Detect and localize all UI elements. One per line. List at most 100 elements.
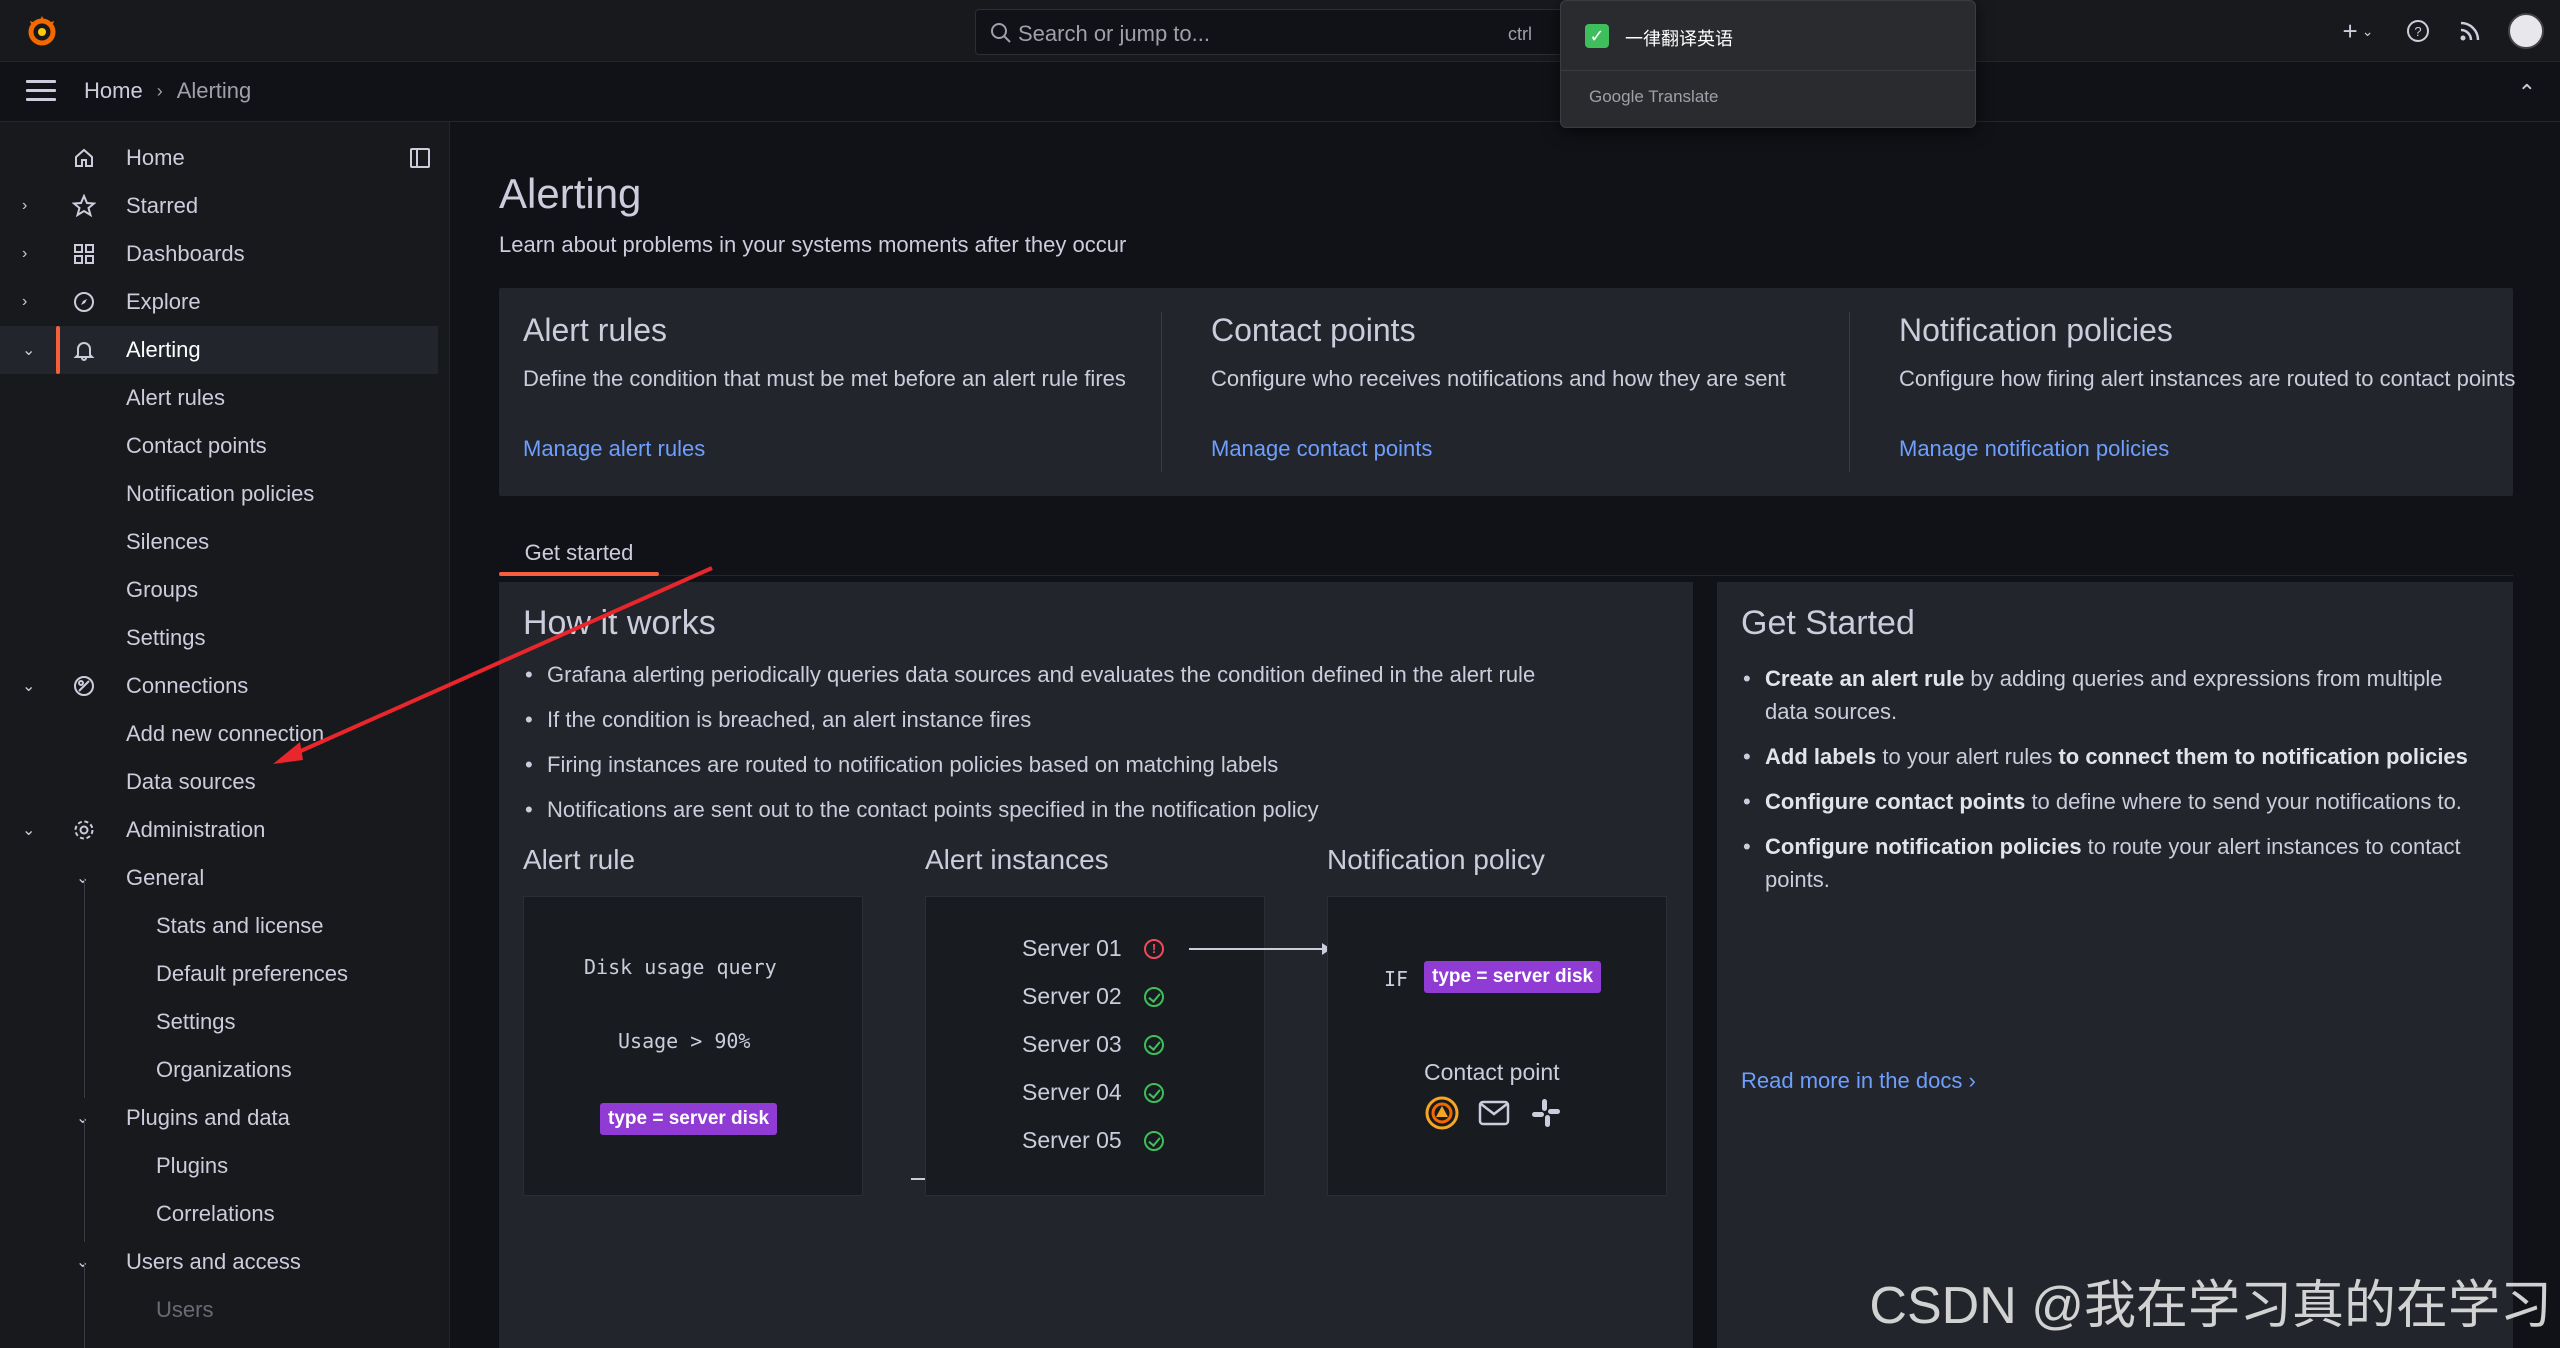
sidebar-item-add-new-connection[interactable]: Add new connection [0, 710, 440, 758]
card-description: Configure how firing alert instances are… [1899, 366, 2516, 391]
sidebar-item-dashboards[interactable]: › Dashboards [0, 230, 440, 278]
breadcrumb-bar: Home › Alerting ⌃ [0, 62, 2560, 122]
manage-contact-points-link[interactable]: Manage contact points [1211, 436, 1432, 462]
list-item: Notifications are sent out to the contac… [523, 797, 1535, 842]
get-started-list: Create an alert rule by adding queries a… [1741, 662, 2481, 908]
list-item: Grafana alerting periodically queries da… [523, 662, 1535, 707]
sidebar-item-plugins-and-data[interactable]: ⌄ Plugins and data [0, 1094, 440, 1142]
sidebar-item-data-sources[interactable]: Data sources [0, 758, 440, 806]
slack-icon [1532, 1099, 1560, 1127]
star-icon [70, 192, 98, 220]
menu-toggle-icon[interactable] [26, 80, 56, 104]
label-tag: type = server disk [1424, 961, 1602, 993]
how-it-works-panel: How it works Grafana alerting periodical… [499, 582, 1693, 1348]
sidebar-item-alerting-settings[interactable]: Settings [0, 614, 440, 662]
manage-notification-policies-link[interactable]: Manage notification policies [1899, 436, 2169, 462]
sidebar-item-groups[interactable]: Groups [0, 566, 440, 614]
breadcrumb-current: Alerting [176, 78, 252, 103]
read-more-docs-link[interactable]: Read more in the docs › [1741, 1068, 1976, 1094]
card-title: Alert rules [523, 312, 668, 348]
compass-icon [70, 288, 98, 316]
sidebar-item-default-preferences[interactable]: Default preferences [0, 950, 440, 998]
sidebar-item-administration[interactable]: ⌄ Administration [0, 806, 440, 854]
sidebar-item-general[interactable]: ⌄ General [0, 854, 440, 902]
sidebar-item-users-and-access[interactable]: ⌄ Users and access [0, 1238, 440, 1286]
flow-arrow [1189, 943, 1331, 955]
tree-guide-line [84, 1118, 85, 1242]
sidebar-item-correlations[interactable]: Correlations [0, 1190, 440, 1238]
watermark: CSDN @我在学习真的在学习 [1869, 1277, 2552, 1335]
check-status-icon [1144, 987, 1164, 1007]
bell-icon [70, 336, 98, 364]
translate-popup: ✓ 一律翻译英语 Google Translate [1560, 0, 1976, 128]
notification-policy-heading: Notification policy [1327, 844, 1545, 875]
tab-get-started[interactable]: Get started [499, 528, 659, 576]
sidebar-item-alert-rules[interactable]: Alert rules [0, 374, 440, 422]
overview-card-contact-points: Contact points Configure who receives no… [1187, 288, 1875, 496]
card-description: Configure who receives notifications and… [1211, 366, 1786, 391]
server-name: Server 02 [1022, 983, 1122, 1009]
sidebar-item-stats-and-license[interactable]: Stats and license [0, 902, 440, 950]
breadcrumb: Home › Alerting [84, 78, 251, 104]
sidebar-item-notification-policies[interactable]: Notification policies [0, 470, 440, 518]
divider [1161, 312, 1162, 472]
get-started-panel: Get Started Create an alert rule by addi… [1717, 582, 2513, 1348]
overview-card-notification-policies: Notification policies Configure how firi… [1875, 288, 2560, 496]
overview-card-alert-rules: Alert rules Define the condition that mu… [499, 288, 1187, 496]
chevron-right-icon[interactable]: › [22, 197, 38, 215]
sidebar-item-admin-settings[interactable]: Settings [0, 998, 440, 1046]
tree-guide-line [84, 1262, 85, 1348]
check-status-icon [1144, 1131, 1164, 1151]
card-title: Notification policies [1899, 312, 2173, 348]
divider [1849, 312, 1850, 472]
chevron-down-icon[interactable]: ⌄ [22, 340, 38, 360]
grafana-logo-icon[interactable] [24, 13, 60, 49]
alert-rule-heading: Alert rule [523, 844, 636, 875]
sidebar-item-organizations[interactable]: Organizations [0, 1046, 440, 1094]
chevron-right-icon[interactable]: › [22, 293, 38, 311]
sidebar-item-contact-points[interactable]: Contact points [0, 422, 440, 470]
translate-checkbox-label: 一律翻译英语 [1625, 29, 1733, 49]
chevron-down-icon[interactable]: ⌄ [22, 820, 38, 840]
dock-sidebar-icon[interactable] [410, 148, 430, 168]
card-description: Define the condition that must be met be… [523, 366, 1126, 391]
checkbox-checked-icon[interactable]: ✓ [1585, 24, 1609, 48]
sidebar-item-connections[interactable]: ⌄ Connections [0, 662, 440, 710]
translate-option-row[interactable]: ✓ 一律翻译英语 [1561, 1, 1975, 71]
sidebar-item-home[interactable]: Home [0, 134, 440, 182]
add-new-icon[interactable]: + ⌄ [2336, 16, 2380, 46]
sidebar-item-plugins[interactable]: Plugins [0, 1142, 440, 1190]
breadcrumb-home[interactable]: Home [84, 78, 143, 104]
gear-icon [70, 816, 98, 844]
sidebar-item-alerting[interactable]: ⌄ Alerting [0, 326, 438, 374]
search-input[interactable]: Search or jump to... ctrl [975, 9, 1575, 55]
sidebar-item-starred[interactable]: › Starred [0, 182, 440, 230]
main-content: Alerting Learn about problems in your sy… [451, 122, 2560, 1348]
avatar[interactable] [2508, 13, 2544, 49]
label-tag: type = server disk [600, 1103, 778, 1135]
google-translate-brand: Google Translate [1589, 87, 1719, 106]
check-status-icon [1144, 1035, 1164, 1055]
overview-panel: Alert rules Define the condition that mu… [499, 288, 2515, 496]
chevron-right-icon: › [1968, 1068, 1976, 1093]
manage-alert-rules-link[interactable]: Manage alert rules [523, 436, 705, 462]
top-right-actions: + ⌄ ? [2336, 13, 2544, 49]
alert-instances-diagram: Server 01 ! Server 02 Server 03 Server 0… [925, 896, 1265, 1196]
chevron-down-icon[interactable]: ⌄ [22, 676, 38, 696]
section-title: Get Started [1741, 604, 1915, 642]
query-text: Disk usage query [584, 955, 777, 979]
help-icon[interactable]: ? [2404, 17, 2432, 45]
email-icon [1478, 1100, 1510, 1126]
sidebar-item-users[interactable]: Users [0, 1286, 440, 1334]
sidebar-item-explore[interactable]: › Explore [0, 278, 440, 326]
sidebar-item-silences[interactable]: Silences [0, 518, 440, 566]
tree-guide-line [84, 878, 85, 1098]
if-label: IF [1384, 967, 1409, 991]
condition-text: Usage > 90% [618, 1029, 751, 1053]
news-rss-icon[interactable] [2456, 17, 2484, 45]
list-item: Configure notification policies to route… [1741, 830, 2481, 896]
list-item: Firing instances are routed to notificat… [523, 752, 1535, 797]
chevron-up-icon[interactable]: ⌃ [2518, 80, 2536, 106]
chevron-right-icon[interactable]: › [22, 245, 38, 263]
card-title: Contact points [1211, 312, 1416, 348]
